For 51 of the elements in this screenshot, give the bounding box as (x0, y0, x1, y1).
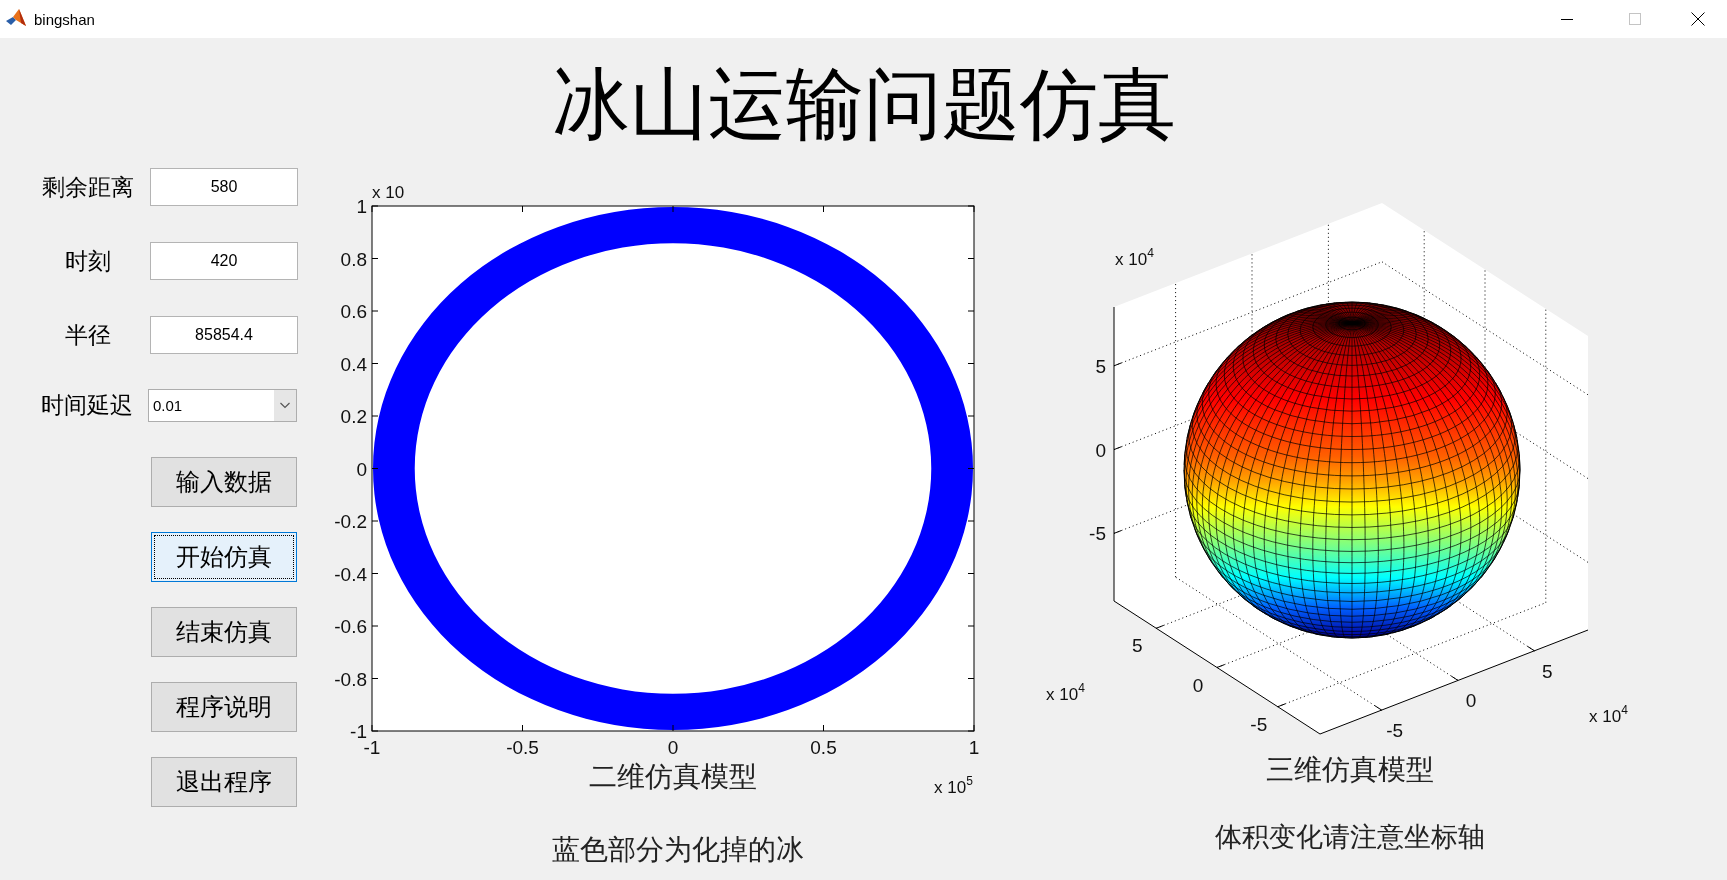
field-label: 时间延迟 (41, 394, 133, 417)
tick-label: -0.5 (506, 737, 539, 758)
tick-label: 0 (1192, 674, 1204, 696)
exponent-label: x 10$^{5}$ (934, 774, 973, 797)
command-button[interactable]: 结束仿真 (151, 607, 297, 657)
tick-label: 1 (968, 737, 980, 758)
command-button[interactable]: 开始仿真 (151, 532, 297, 582)
tick-label: 5 (1542, 660, 1553, 682)
plot-note: 体积变化请注意坐标轴 (1215, 824, 1485, 851)
command-button[interactable]: 输入数据 (151, 457, 297, 507)
minimize-icon (1561, 18, 1573, 20)
value-field[interactable]: 420 (150, 242, 298, 280)
window-title: bingshan (34, 11, 95, 27)
axis-label: 二维仿真模型 (589, 761, 757, 792)
tick-label: -0.2 (334, 511, 367, 532)
tick-label: 0 (356, 458, 367, 480)
tick-label: 0.4 (340, 353, 367, 375)
tick-label: 0 (1465, 690, 1477, 712)
tick-label: 0.6 (340, 301, 367, 322)
tick-label: -5 (1386, 720, 1404, 742)
plot-note: 蓝色部分为化掉的冰 (552, 836, 804, 864)
tick-label: -5 (1250, 713, 1268, 735)
tick-label: 0.5 (810, 737, 837, 758)
tick-label: -0.6 (334, 616, 367, 637)
exponent-label: x 10$^{4}$ (1589, 703, 1628, 726)
tick-label: 1 (356, 196, 367, 217)
command-button[interactable]: 程序说明 (151, 682, 297, 732)
tick-label: 0 (1095, 439, 1106, 461)
tick-label: -0.4 (334, 563, 367, 585)
exponent-label: x 10$^{4}$ (1046, 681, 1085, 704)
field-label: 半径 (65, 323, 111, 347)
field-label: 剩余距离 (42, 175, 134, 199)
close-icon (1691, 12, 1705, 26)
tick-label: -5 (1089, 523, 1106, 545)
tick-label: 5 (1095, 355, 1106, 377)
tick-label: 0.2 (340, 406, 367, 427)
field-label: 时刻 (65, 249, 111, 273)
delay-dropdown[interactable]: 0.01 (148, 389, 297, 422)
value-field[interactable]: 85854.4 (150, 316, 298, 354)
command-button[interactable]: 退出程序 (151, 757, 297, 807)
tick-label: -0.8 (334, 668, 367, 690)
exponent-label: x 10$^{4}$ (1115, 246, 1154, 269)
tick-label: 0 (667, 737, 679, 758)
tick-label: 5 (1131, 635, 1143, 657)
exponent-label: x 10 (372, 183, 405, 202)
chevron-down-icon (274, 390, 296, 421)
plot-caption: 三维仿真模型 (1266, 756, 1434, 784)
tick-label: 0.8 (340, 248, 367, 270)
value-field[interactable]: 580 (150, 168, 298, 206)
app-heading: 冰山运输问题仿真 (551, 66, 1176, 144)
app-logo-icon (6, 9, 26, 29)
